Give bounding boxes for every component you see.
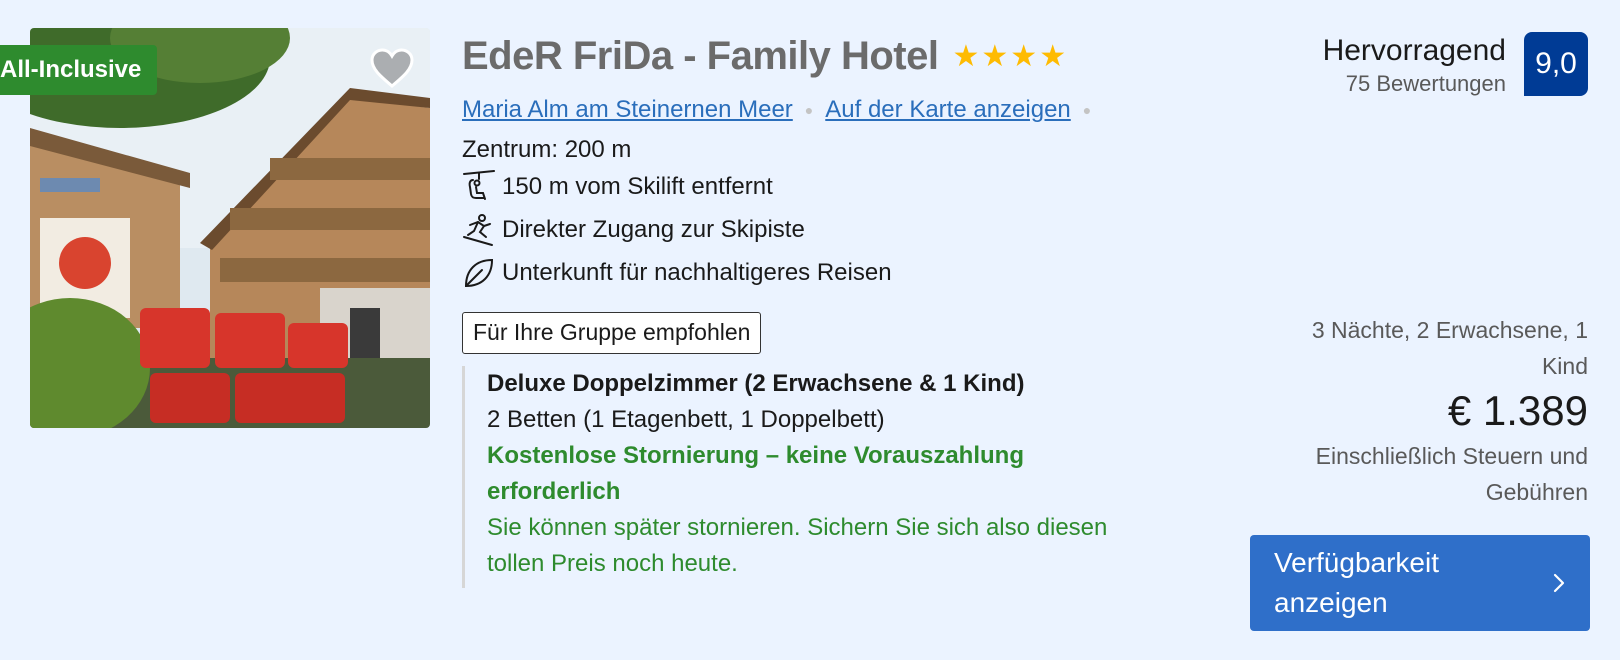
center-distance: Zentrum: 200 m xyxy=(462,136,632,163)
star-rating: ★ ★ ★ ★ xyxy=(952,39,1067,73)
rating-text: Hervorragend 75 Bewertungen xyxy=(1323,32,1506,98)
taxes-note: Einschließlich Steuern und Gebühren xyxy=(1315,443,1588,505)
star-icon: ★ xyxy=(952,39,980,73)
location-link[interactable]: Maria Alm am Steinernen Meer xyxy=(462,96,793,124)
separator-dot: ● xyxy=(1082,102,1092,118)
all-inclusive-badge: All-Inclusive xyxy=(0,45,158,95)
show-availability-button[interactable]: Verfügbarkeit anzeigen xyxy=(1250,535,1590,631)
hotel-title[interactable]: EdeR FriDa - Family Hotel xyxy=(462,34,939,79)
feature-text: Unterkunft für nachhaltigeres Reisen xyxy=(502,259,892,286)
feature-text: Direkter Zugang zur Skipiste xyxy=(502,216,805,243)
star-icon: ★ xyxy=(981,39,1009,73)
leaf-icon xyxy=(462,256,496,290)
hotel-card: All-Inclusive EdeR FriDa - Family Hotel … xyxy=(0,0,1620,660)
room-details: Deluxe Doppelzimmer (2 Erwachsene & 1 Ki… xyxy=(462,366,1162,588)
star-icon: ★ xyxy=(1010,39,1038,73)
review-count: 75 Bewertungen xyxy=(1345,71,1506,96)
favorite-button[interactable] xyxy=(368,44,416,92)
star-icon: ★ xyxy=(1039,39,1067,73)
review-score-badge: 9,0 xyxy=(1524,32,1588,96)
title-row: EdeR FriDa - Family Hotel ★ ★ ★ ★ xyxy=(462,34,1066,79)
feature-sustainable: Unterkunft für nachhaltigeres Reisen xyxy=(462,256,892,290)
feature-ski-lift: 150 m vom Skilift entfernt xyxy=(462,170,773,204)
cta-label: Verfügbarkeit anzeigen xyxy=(1274,547,1439,618)
heart-icon xyxy=(370,48,414,88)
stay-details: 3 Nächte, 2 Erwachsene, 1 Kind xyxy=(1311,317,1588,379)
price: € 1.389 xyxy=(1447,387,1588,434)
separator-dot: ● xyxy=(804,102,814,118)
location-row: Maria Alm am Steinernen Meer ● Auf der K… xyxy=(462,96,1103,124)
free-cancellation: Kostenlose Stornierung – keine Vorauszah… xyxy=(487,442,1024,505)
room-name: Deluxe Doppelzimmer (2 Erwachsene & 1 Ki… xyxy=(487,370,1025,397)
ski-lift-icon xyxy=(462,170,496,204)
cancellation-note: Sie können später stornieren. Sichern Si… xyxy=(487,514,1108,577)
chevron-right-icon xyxy=(1553,573,1565,593)
room-beds: 2 Betten (1 Etagenbett, 1 Doppelbett) xyxy=(487,406,885,433)
feature-ski-slope: Direkter Zugang zur Skipiste xyxy=(462,213,805,247)
map-link[interactable]: Auf der Karte anzeigen xyxy=(825,96,1071,124)
skier-icon xyxy=(462,213,496,247)
review-summary[interactable]: Hervorragend 75 Bewertungen 9,0 xyxy=(1323,32,1588,98)
rating-word: Hervorragend xyxy=(1322,34,1506,67)
group-recommended-badge: Für Ihre Gruppe empfohlen xyxy=(462,312,762,354)
feature-text: 150 m vom Skilift entfernt xyxy=(502,173,773,200)
